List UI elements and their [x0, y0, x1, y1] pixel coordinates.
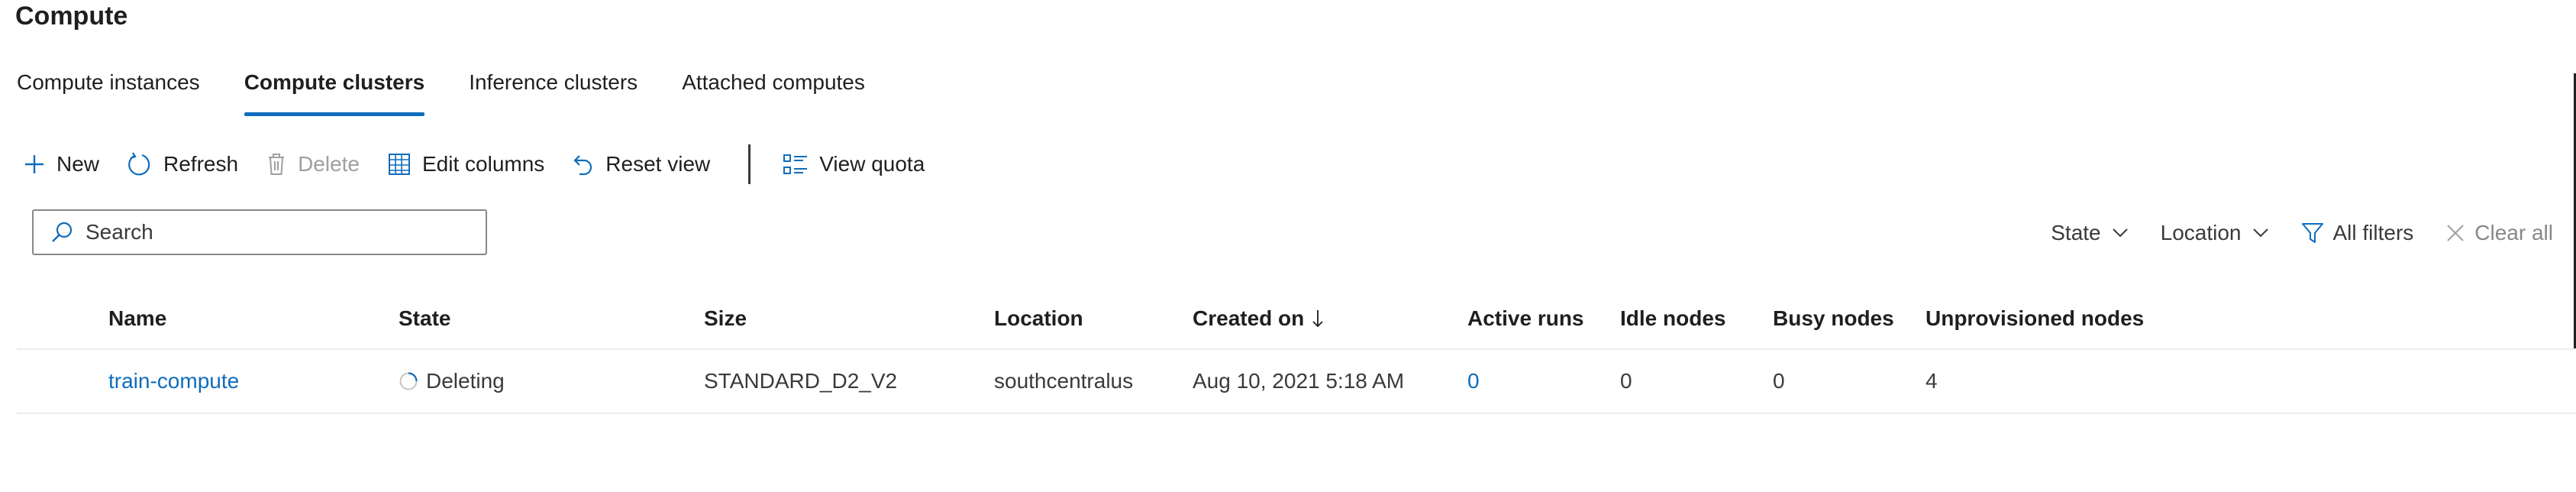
tab-bar: Compute instances Compute clusters Infer…: [17, 66, 909, 116]
column-header-busy-nodes[interactable]: Busy nodes: [1773, 289, 1894, 348]
spinner-icon: [399, 372, 418, 390]
refresh-icon: [128, 152, 150, 176]
edit-columns-button-label: Edit columns: [422, 152, 545, 176]
reset-view-button[interactable]: Reset view: [572, 152, 710, 176]
cluster-name-link[interactable]: train-compute: [108, 350, 239, 413]
search-box[interactable]: [32, 209, 487, 255]
cluster-state: Deleting: [399, 350, 505, 413]
state-filter-label: State: [2051, 221, 2101, 244]
refresh-button[interactable]: Refresh: [127, 151, 238, 177]
view-quota-button-label: View quota: [819, 152, 925, 176]
table-row[interactable]: train-compute Deleting STANDARD_D2_V2 so…: [17, 350, 2576, 414]
cluster-idle-nodes: 0: [1620, 369, 1632, 393]
refresh-button-label: Refresh: [163, 152, 239, 176]
reset-view-button-label: Reset view: [605, 152, 711, 176]
cluster-location: southcentralus: [994, 369, 1134, 393]
view-quota-button[interactable]: View quota: [783, 152, 925, 176]
column-header-idle-nodes[interactable]: Idle nodes: [1620, 289, 1725, 348]
chevron-down-icon: [2112, 228, 2128, 238]
delete-button-label: Delete: [298, 152, 360, 176]
clear-all-button[interactable]: Clear all: [2445, 221, 2553, 245]
toolbar-divider: [748, 144, 751, 184]
tab-compute-clusters[interactable]: Compute clusters: [244, 66, 424, 116]
search-input[interactable]: [84, 219, 454, 245]
location-filter-label: Location: [2160, 221, 2242, 244]
column-header-created-on[interactable]: Created on: [1193, 289, 1324, 348]
page-title: Compute: [15, 2, 128, 31]
trash-icon: [269, 154, 285, 175]
cluster-active-runs-link[interactable]: 0: [1467, 350, 1480, 413]
clusters-table: Name State Size Location Created on Acti…: [17, 289, 2576, 414]
state-filter-dropdown[interactable]: State: [2051, 221, 2128, 245]
all-filters-button[interactable]: All filters: [2301, 221, 2414, 245]
delete-button[interactable]: Delete: [266, 152, 360, 176]
cluster-unprovisioned-nodes: 4: [1926, 369, 1938, 393]
edit-columns-button[interactable]: Edit columns: [387, 152, 544, 176]
new-button-label: New: [56, 152, 100, 176]
table-header-row: Name State Size Location Created on Acti…: [17, 289, 2576, 350]
column-header-size[interactable]: Size: [704, 289, 747, 348]
clear-all-label: Clear all: [2474, 221, 2553, 244]
column-header-name[interactable]: Name: [108, 289, 166, 348]
tab-inference-clusters[interactable]: Inference clusters: [469, 66, 638, 116]
command-bar: New Refresh Delete Edit columns Reset vi…: [23, 144, 952, 184]
reset-icon: [573, 155, 592, 176]
plus-icon: [25, 155, 44, 173]
cluster-state-label: Deleting: [426, 369, 505, 393]
filter-funnel-icon: [2301, 223, 2323, 243]
column-header-unprovisioned-nodes[interactable]: Unprovisioned nodes: [1926, 289, 2144, 348]
filter-bar: State Location All filters Clear all: [2019, 214, 2553, 252]
column-header-active-runs[interactable]: Active runs: [1467, 289, 1584, 348]
column-header-location[interactable]: Location: [994, 289, 1083, 348]
chevron-down-icon: [2252, 228, 2268, 238]
location-filter-dropdown[interactable]: Location: [2161, 221, 2269, 245]
cluster-created-on: Aug 10, 2021 5:18 AM: [1193, 369, 1405, 393]
cluster-busy-nodes: 0: [1773, 369, 1785, 393]
sort-down-arrow-icon: [1312, 310, 1323, 328]
tab-attached-computes[interactable]: Attached computes: [682, 66, 865, 116]
close-icon: [2447, 225, 2465, 241]
column-header-state[interactable]: State: [399, 289, 450, 348]
list-icon: [783, 154, 808, 174]
cluster-size: STANDARD_D2_V2: [704, 369, 898, 393]
tab-compute-instances[interactable]: Compute instances: [17, 66, 200, 116]
column-header-created-on-label: Created on: [1193, 306, 1305, 330]
new-button[interactable]: New: [23, 152, 99, 176]
search-icon: [52, 222, 73, 242]
all-filters-label: All filters: [2332, 221, 2414, 244]
table-grid-icon: [389, 154, 410, 175]
